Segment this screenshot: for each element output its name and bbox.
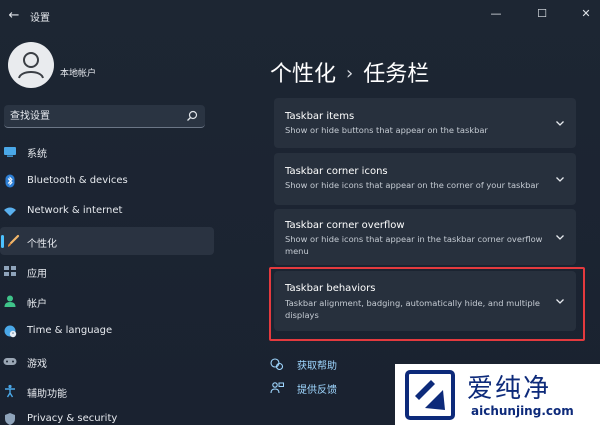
card-title: Taskbar corner overflow: [285, 220, 405, 231]
card-title: Taskbar items: [285, 111, 355, 122]
link-label[interactable]: 获取帮助: [297, 357, 337, 372]
sidebar-item-label: Network & internet: [27, 205, 123, 216]
wifi-icon: [4, 207, 16, 216]
watermark-logo: [405, 370, 455, 420]
sidebar-item-label: 个性化: [27, 239, 57, 250]
card-title: Taskbar corner icons: [285, 166, 388, 177]
chevron-down-icon[interactable]: [554, 117, 566, 129]
link-label[interactable]: 提供反馈: [297, 381, 337, 396]
globe-clock-icon: [4, 325, 17, 338]
watermark-brand: 爱纯净: [467, 374, 552, 404]
close-button[interactable]: ✕: [574, 4, 598, 24]
sidebar-item-privacy[interactable]: Privacy & security: [0, 405, 214, 425]
sidebar-item-accessibility[interactable]: 辅助功能: [0, 377, 214, 405]
minimize-button[interactable]: —: [484, 4, 508, 24]
sidebar-item-bluetooth[interactable]: Bluetooth & devices: [0, 167, 214, 195]
chevron-down-icon[interactable]: [554, 231, 566, 243]
sidebar-item-network[interactable]: Network & internet: [0, 197, 214, 225]
maximize-button[interactable]: ☐: [530, 4, 554, 24]
avatar[interactable]: [8, 42, 54, 88]
chevron-down-icon[interactable]: [554, 173, 566, 185]
sidebar-item-label: 游戏: [27, 359, 47, 370]
settings-window: ← 设置 — ☐ ✕ 本地帐户 系统 Bluetooth & devic: [0, 0, 600, 425]
shield-icon: [5, 413, 15, 425]
search-input[interactable]: [10, 108, 180, 124]
card-description: Show or hide icons that appear in the ta…: [285, 234, 543, 256]
sidebar-item-label: 系统: [27, 149, 47, 160]
person-icon: [4, 295, 16, 307]
sidebar-item-label: Privacy & security: [27, 413, 118, 424]
search-box[interactable]: [4, 105, 205, 128]
monitor-icon: [4, 147, 16, 157]
sidebar-item-system[interactable]: 系统: [0, 137, 214, 165]
search-icon[interactable]: [185, 109, 199, 123]
brush-icon: [8, 234, 20, 247]
page-title: 任务栏: [363, 62, 430, 87]
card-description: Show or hide icons that appear on the co…: [285, 180, 539, 190]
gamepad-icon: [3, 358, 17, 365]
selected-indicator: [1, 235, 4, 248]
user-silhouette-icon: [18, 52, 44, 79]
sidebar-item-label: Bluetooth & devices: [27, 175, 128, 186]
highlight-box: [269, 267, 585, 341]
watermark-url: aichunjing.com: [471, 404, 574, 418]
card-taskbar-corner-overflow[interactable]: Taskbar corner overflow Show or hide ico…: [274, 209, 576, 265]
watermark: 爱纯净 aichunjing.com: [395, 364, 600, 425]
sidebar-item-accounts[interactable]: 帐户: [0, 287, 214, 315]
sidebar-item-label: Time & language: [27, 325, 113, 336]
breadcrumb-separator: ›: [346, 63, 354, 84]
breadcrumb: 个性化 › 任务栏: [270, 56, 429, 88]
account-name: 本地帐户: [60, 69, 97, 79]
sidebar-item-time-language[interactable]: Time & language: [0, 317, 214, 345]
sidebar-item-gaming[interactable]: 游戏: [0, 347, 214, 375]
back-button[interactable]: ←: [4, 6, 24, 26]
accessibility-icon: [5, 384, 15, 398]
apps-icon: [4, 266, 16, 276]
feedback-icon: [270, 382, 284, 394]
sidebar-item-label: 辅助功能: [27, 389, 67, 400]
card-description: Show or hide buttons that appear on the …: [285, 125, 488, 135]
breadcrumb-parent[interactable]: 个性化: [270, 62, 336, 87]
sidebar-item-apps[interactable]: 应用: [0, 257, 214, 285]
sidebar-item-label: 应用: [27, 269, 47, 280]
sidebar-item-label: 帐户: [27, 299, 47, 310]
card-taskbar-corner-icons[interactable]: Taskbar corner icons Show or hide icons …: [274, 153, 576, 205]
window-title: 设置: [30, 13, 50, 24]
card-taskbar-items[interactable]: Taskbar items Show or hide buttons that …: [274, 98, 576, 148]
sidebar-item-personalization[interactable]: 个性化: [0, 227, 214, 255]
bluetooth-icon: [5, 174, 15, 188]
help-icon: [270, 358, 284, 371]
title-bar: ← 设置 — ☐ ✕: [0, 0, 600, 30]
